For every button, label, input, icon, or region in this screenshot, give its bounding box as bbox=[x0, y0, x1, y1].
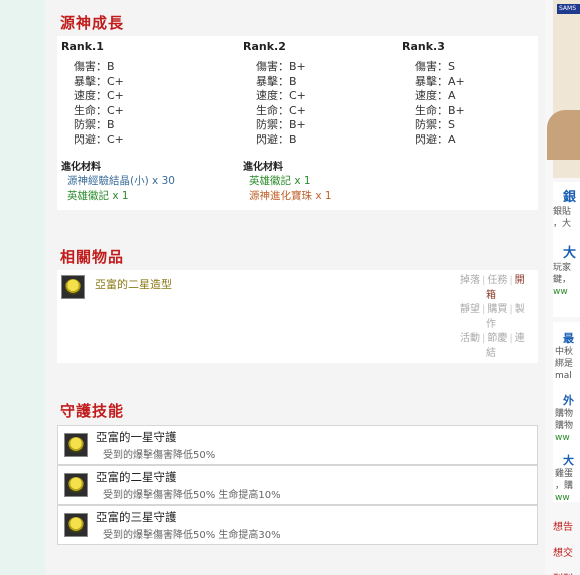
rank-2-label: Rank.2 bbox=[243, 40, 286, 53]
skill-name: 亞富的一星守護 bbox=[96, 430, 177, 444]
tag-line-3b: 結 bbox=[486, 347, 496, 359]
tag-wish[interactable]: 靜望 bbox=[460, 303, 480, 318]
evolution-material-title-1: 進化材料 bbox=[61, 162, 101, 173]
ad-text: 雞蛋 ，購 ww bbox=[555, 469, 574, 503]
evolution-material-list-2: 英雄徽記 x 1 源神進化寶珠 x 1 bbox=[249, 174, 332, 204]
material-link[interactable]: 源神經驗結晶(小) x 30 bbox=[67, 174, 175, 189]
ad-image-shape bbox=[547, 110, 580, 160]
tag-line-1: 掉落 | 任務 | 開 bbox=[460, 274, 536, 289]
tag-event[interactable]: 活動 bbox=[460, 332, 480, 347]
related-items-panel: 亞富的二星造型 掉落 | 任務 | 開 箱 靜望 | 購買 | 製 作 活動 | 節慶 | 連 結 bbox=[57, 270, 538, 363]
stat-row: 傷害：S bbox=[415, 60, 455, 73]
ad-link[interactable]: 外 bbox=[563, 392, 574, 408]
stat-row: 閃避：B bbox=[256, 132, 297, 146]
footer-link[interactable]: 刊刊 bbox=[553, 567, 573, 575]
material-link[interactable]: 英雄徽記 x 1 bbox=[249, 174, 332, 189]
skill-avatar-icon bbox=[64, 433, 88, 457]
ad-banner[interactable]: SAMS bbox=[547, 0, 580, 178]
ad-text-box: 銀 銀貼 ，大 大 玩家 鍵， ww bbox=[553, 182, 580, 317]
ad-link[interactable]: 大 bbox=[563, 242, 576, 261]
tag-line-2b: 作 bbox=[486, 318, 496, 330]
material-link[interactable]: 源神進化寶珠 x 1 bbox=[249, 189, 332, 204]
tag-line-1b: 箱 bbox=[486, 289, 496, 301]
rank-2-stats: 傷害：B+ 暴擊：B 速度：C+ 生命：C+ 防禦：B+ 閃避：B bbox=[256, 60, 306, 147]
rank-1-stats: 傷害：B 暴擊：C+ 速度：C+ 生命：C+ 防禦：B 閃避：C+ bbox=[74, 60, 124, 147]
stat-row: 速度：C+ bbox=[74, 89, 124, 102]
ad-link[interactable]: 大 bbox=[563, 452, 574, 468]
stat-row: 生命：B+ bbox=[415, 103, 465, 117]
skill-name: 亞富的三星守護 bbox=[96, 510, 177, 524]
stat-row: 傷害：B+ bbox=[256, 60, 306, 73]
stat-row: 閃避：A bbox=[415, 132, 456, 146]
stat-row: 防禦：B bbox=[74, 118, 115, 131]
skill-avatar-icon bbox=[64, 513, 88, 537]
related-item-link[interactable]: 亞富的二星造型 bbox=[95, 276, 172, 292]
stat-row: 防禦：S bbox=[415, 118, 455, 131]
stat-row: 暴擊：A+ bbox=[415, 74, 465, 88]
ad-brand-logo: SAMS bbox=[557, 4, 580, 14]
tag-quest[interactable]: 任務 bbox=[487, 274, 507, 289]
stat-row: 閃避：C+ bbox=[74, 132, 124, 146]
skill-description: 受到的爆擊傷害降低50% 生命提高30% bbox=[103, 530, 281, 541]
skill-row[interactable]: 亞富的三星守護 受到的爆擊傷害降低50% 生命提高30% bbox=[57, 505, 538, 545]
tag-line-3: 活動 | 節慶 | 連 bbox=[460, 332, 536, 347]
stat-row: 傷害：B bbox=[74, 60, 115, 73]
stat-row: 速度：C+ bbox=[256, 89, 306, 102]
stat-row: 暴擊：C+ bbox=[74, 74, 124, 88]
related-items-title: 相關物品 bbox=[60, 248, 125, 266]
rank-1-column: Rank.1 傷害：B 暴擊：C+ 速度：C+ 生命：C+ 防禦：B 閃避：C+ bbox=[61, 40, 124, 147]
rank-1-label: Rank.1 bbox=[61, 40, 104, 53]
right-sidebar: SAMS 銀 銀貼 ，大 大 玩家 鍵， ww 最 中秋 綁是 mal 外 購物 購物 ww … bbox=[545, 0, 580, 575]
skill-avatar-icon bbox=[64, 473, 88, 497]
left-margin-strip bbox=[0, 0, 45, 575]
ad-text-box: 最 中秋 綁是 mal 外 購物 購物 ww 大 雞蛋 ，購 ww bbox=[553, 322, 580, 503]
skill-row[interactable]: 亞富的一星守護 受到的爆擊傷害降低50% bbox=[57, 425, 538, 465]
tag-drop[interactable]: 掉落 bbox=[460, 274, 480, 289]
skill-row[interactable]: 亞富的二星守護 受到的爆擊傷害降低50% 生命提高10% bbox=[57, 465, 538, 505]
footer-links: 想告 想交 刊刊 bbox=[553, 515, 573, 575]
ad-text: 銀貼 ，大 bbox=[553, 207, 572, 229]
stat-row: 防禦：B+ bbox=[256, 118, 306, 131]
footer-link[interactable]: 想告 bbox=[553, 515, 573, 541]
rank-2-column: Rank.2 傷害：B+ 暴擊：B 速度：C+ 生命：C+ 防禦：B+ 閃避：B bbox=[243, 40, 306, 147]
rank-3-stats: 傷害：S 暴擊：A+ 速度：A 生命：B+ 防禦：S 閃避：A bbox=[415, 60, 465, 147]
tag-festival[interactable]: 節慶 bbox=[487, 332, 507, 347]
guard-skills-list: 亞富的一星守護 受到的爆擊傷害降低50% 亞富的二星守護 受到的爆擊傷害降低50… bbox=[57, 425, 538, 547]
skill-description: 受到的爆擊傷害降低50% bbox=[103, 450, 216, 461]
stat-row: 生命：C+ bbox=[256, 103, 306, 117]
tag-line-2: 靜望 | 購買 | 製 bbox=[460, 303, 536, 318]
main-content: 源神成長 Rank.1 傷害：B 暴擊：C+ 速度：C+ 生命：C+ 防禦：B … bbox=[45, 0, 545, 575]
rank-3-column: Rank.3 傷害：S 暴擊：A+ 速度：A 生命：B+ 防禦：S 閃避：A bbox=[402, 40, 465, 147]
ad-link[interactable]: 銀 bbox=[563, 186, 576, 205]
tag-open-box[interactable]: 開 bbox=[515, 274, 525, 289]
skill-name: 亞富的二星守護 bbox=[96, 470, 177, 484]
guard-skills-title: 守護技能 bbox=[60, 402, 125, 420]
stat-row: 生命：C+ bbox=[74, 103, 124, 117]
tag-craft[interactable]: 製 bbox=[515, 303, 525, 318]
tag-buy[interactable]: 購買 bbox=[487, 303, 507, 318]
ad-text: 購物 購物 ww bbox=[555, 409, 574, 443]
rank-3-label: Rank.3 bbox=[402, 40, 445, 53]
stat-row: 暴擊：B bbox=[256, 74, 297, 88]
ad-text: 中秋 綁是 mal bbox=[555, 347, 574, 381]
growth-panel: Rank.1 傷害：B 暴擊：C+ 速度：C+ 生命：C+ 防禦：B 閃避：C+… bbox=[57, 36, 538, 210]
tag-link[interactable]: 連 bbox=[515, 332, 525, 347]
ad-link[interactable]: 最 bbox=[563, 330, 574, 346]
evolution-material-title-2: 進化材料 bbox=[243, 162, 283, 173]
material-link[interactable]: 英雄徽記 x 1 bbox=[67, 189, 175, 204]
ad-text: 玩家 鍵， ww bbox=[553, 263, 572, 297]
stat-row: 速度：A bbox=[415, 89, 456, 102]
evolution-material-list-1: 源神經驗結晶(小) x 30 英雄徽記 x 1 bbox=[67, 174, 175, 204]
growth-section-title: 源神成長 bbox=[60, 14, 125, 32]
footer-link[interactable]: 想交 bbox=[553, 541, 573, 567]
item-source-tags: 掉落 | 任務 | 開 箱 靜望 | 購買 | 製 作 活動 | 節慶 | 連 結 bbox=[460, 274, 536, 361]
item-avatar-icon[interactable] bbox=[61, 275, 85, 299]
skill-description: 受到的爆擊傷害降低50% 生命提高10% bbox=[103, 490, 281, 501]
